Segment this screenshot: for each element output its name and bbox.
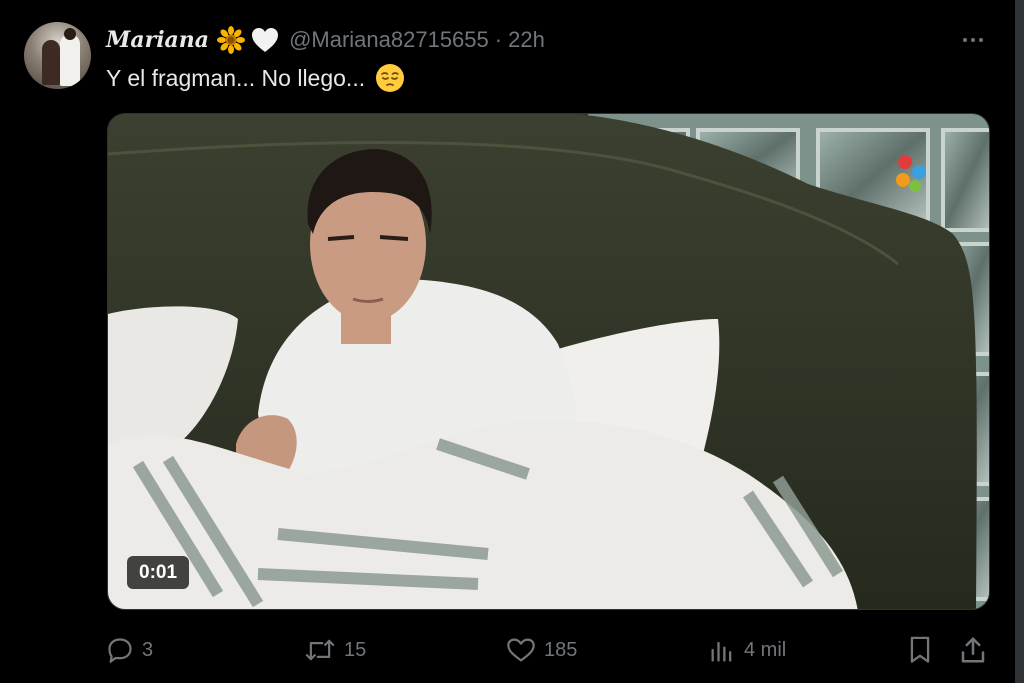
white-heart-icon bbox=[251, 27, 279, 53]
more-horizontal-icon bbox=[979, 38, 983, 42]
avatar-figure bbox=[60, 34, 80, 86]
bookmark-icon bbox=[906, 635, 934, 665]
video-elapsed-time: 0:01 bbox=[127, 556, 190, 589]
bookmark-button[interactable] bbox=[906, 632, 942, 668]
tweet-text: Y el fragman... No llego... bbox=[106, 62, 405, 94]
video-frame bbox=[108, 114, 989, 609]
more-horizontal-icon bbox=[971, 38, 975, 42]
avatar-figure bbox=[42, 40, 60, 85]
avatar[interactable] bbox=[24, 22, 91, 89]
tweet-actions: 3 15 185 4 mil bbox=[106, 632, 990, 668]
window-edge bbox=[1015, 0, 1024, 683]
more-options-button[interactable] bbox=[956, 24, 990, 56]
heart-icon bbox=[506, 636, 536, 664]
reply-count: 3 bbox=[142, 638, 154, 661]
reply-icon bbox=[106, 636, 134, 664]
display-name[interactable]: Mariana bbox=[106, 27, 209, 53]
repost-button[interactable]: 15 bbox=[304, 632, 366, 668]
tweet-header: Mariana @Mariana82715655 · 22h bbox=[106, 24, 545, 56]
separator-dot: · bbox=[494, 27, 503, 52]
share-icon bbox=[958, 635, 988, 665]
share-button[interactable] bbox=[958, 632, 996, 668]
views-button[interactable]: 4 mil bbox=[708, 632, 786, 668]
pensive-face-icon bbox=[375, 63, 405, 93]
video-player[interactable]: 0:01 bbox=[107, 113, 990, 610]
sunflower-icon bbox=[217, 26, 246, 54]
more-horizontal-icon bbox=[963, 38, 967, 42]
avatar-figure bbox=[64, 28, 76, 40]
analytics-icon bbox=[708, 636, 736, 664]
views-count: 4 mil bbox=[744, 638, 787, 661]
repost-count: 15 bbox=[344, 638, 367, 661]
reply-button[interactable]: 3 bbox=[106, 632, 153, 668]
tweet-text-content: Y el fragman... No llego... bbox=[106, 64, 366, 91]
repost-icon bbox=[304, 636, 336, 664]
like-button[interactable]: 185 bbox=[506, 632, 577, 668]
like-count: 185 bbox=[544, 638, 578, 661]
user-handle[interactable]: @Mariana82715655 bbox=[289, 27, 489, 53]
timestamp[interactable]: 22h bbox=[508, 27, 545, 53]
